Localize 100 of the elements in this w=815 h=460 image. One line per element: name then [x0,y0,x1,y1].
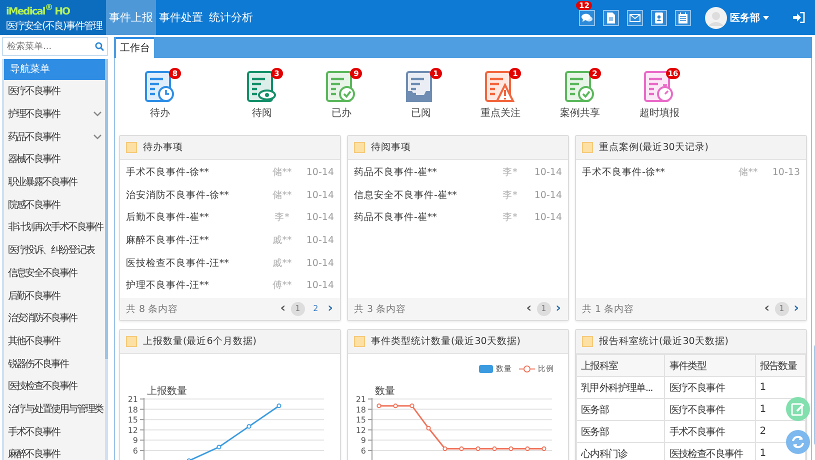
data-point [476,446,480,452]
data-point [542,446,546,452]
event-date: 10-14 [305,166,334,178]
event-title: 手术不良事件-徐** [582,166,666,179]
event-row[interactable]: 信息安全不良事件-崔** 李* 10-14 [348,184,568,206]
event-title: 治安消防不良事件-徐** [126,188,230,202]
column-header: 上报科室 [576,354,665,376]
table-cell: 心内科门诊 [576,442,665,460]
event-row[interactable]: 治安消防不良事件-徐** 储** 10-14 [120,184,340,206]
scrollbar[interactable] [105,59,108,359]
menu-item[interactable]: 职业暴露不良事件 [4,170,105,194]
event-row[interactable]: 医技检查不良事件-汪** 戚** 10-14 [120,252,340,274]
tab[interactable]: 工作台 [116,37,154,58]
app-subtitle: 医疗安全(不良)事件管理 [6,20,104,34]
data-point [525,446,530,452]
next-page-button[interactable]: › [792,303,800,315]
toolbar-button[interactable] [627,10,643,26]
event-title: 麻醉不良事件-汪** [126,234,210,247]
event-date: 10-14 [533,190,562,201]
event-row[interactable]: 药品不良事件-崔** 李* 10-14 [348,206,568,230]
next-page-button[interactable]: › [554,303,562,315]
panel-title: 重点案例(最近30天记录) [599,141,709,154]
mail-icon [629,12,641,24]
menu-item[interactable]: 治疗与处置使用与管理类 [4,398,105,420]
panel-title: 上报数量(最近6个月数据) [143,335,256,348]
data-point [492,446,497,452]
event-date: 10-14 [305,212,334,224]
y-tick-label: 15 [356,416,366,425]
event-row[interactable]: 麻醉不良事件-汪** 戚** 10-14 [120,229,340,252]
nav-tab[interactable]: 事件处置 [156,0,206,35]
menu-item[interactable]: 院感不良事件 [4,193,105,216]
menu-item[interactable]: 其他不良事件 [4,330,105,352]
menu-item[interactable]: 治安消防不良事件 [4,306,105,330]
toolbar-button[interactable] [603,10,619,26]
next-page-button[interactable]: › [326,303,334,315]
legend-line-icon [519,365,535,373]
menu-item[interactable]: 非计划再次手术不良事件 [4,216,105,239]
data-point [246,424,252,429]
event-date: 10-14 [533,166,562,178]
nav-tab[interactable]: 统计分析 [206,0,256,35]
logout-icon[interactable] [793,12,805,23]
edit-icon [791,402,805,416]
menu-item[interactable]: 麻醉不良事件 [4,443,105,460]
data-point [410,404,414,408]
previous-page-button[interactable]: ‹ [525,303,533,315]
event-title: 医技检查不良事件-汪** [126,256,230,270]
menu-item[interactable]: 后勤不良事件 [4,284,105,307]
caret-icon[interactable] [763,16,769,20]
menu-item[interactable]: 锐器伤不良事件 [4,352,105,375]
menu-item[interactable]: 医技检查不良事件 [4,374,105,398]
event-row[interactable]: 护理不良事件-汪** 傅** 10-14 [120,274,340,298]
menu-item[interactable]: 护理不良事件 [4,102,105,126]
toolbar-button[interactable] [675,10,691,26]
event-date: 10-14 [305,280,334,292]
page-button[interactable]: 2 [308,302,323,316]
event-title: 手术不良事件-徐** [126,166,210,179]
panel-title: 事件类型统计数量(最近30天数据) [371,335,521,348]
menu-item[interactable]: 医疗不良事件 [4,80,105,103]
legend-bar-icon [479,365,493,373]
panel-icon [126,142,137,153]
search-icon[interactable] [95,42,104,51]
previous-page-button[interactable]: ‹ [279,303,287,315]
menu-search-field[interactable]: 检索菜单... [2,37,108,56]
event-title: 药品不良事件-崔** [354,211,438,224]
event-row[interactable]: 后勤不良事件-崔** 李* 10-14 [120,206,340,230]
menu-item[interactable]: 药品不良事件 [4,125,105,148]
event-title: 药品不良事件-崔** [354,166,438,179]
y-tick-label: 6 [360,446,366,456]
panel-icon [354,142,365,153]
user-name[interactable]: 医务部 [730,10,760,24]
previous-page-button[interactable]: ‹ [763,303,771,315]
event-person: 储** [271,166,293,179]
y-axis [140,398,144,460]
menu-item[interactable]: 医疗投诉、纠纷登记表 [4,238,105,262]
y-tick-label: 12 [128,426,138,435]
data-point [216,444,222,450]
event-row[interactable]: 药品不良事件-崔** 李* 10-14 [348,161,568,184]
menu-item[interactable]: 信息安全不良事件 [4,262,105,284]
event-row[interactable]: 手术不良事件-徐** 储** 10-13 [576,161,806,184]
y-tick-label: 18 [356,405,366,414]
y-tick-label: 21 [128,395,138,404]
event-date: 10-14 [305,258,334,269]
y-tick-label: 9 [132,436,138,446]
event-person: 储** [737,166,759,179]
toolbar-button[interactable] [651,10,667,26]
toolbar-button[interactable] [579,10,595,26]
menu-item[interactable]: 器械不良事件 [4,148,105,171]
panel-icon [582,142,593,153]
event-row[interactable]: 手术不良事件-徐** 储** 10-14 [120,161,340,184]
event-title: 信息安全不良事件-崔** [354,188,458,202]
table-cell: 医疗不良事件 [664,398,756,420]
menu-item[interactable]: 手术不良事件 [4,420,105,443]
document-icon [605,12,617,24]
event-title: 护理不良事件-汪** [126,279,210,292]
panel-title: 待办事项 [143,141,183,154]
y-axis [368,398,372,460]
event-date: 10-14 [305,190,334,201]
calendar-icon [677,12,689,24]
event-person: 李* [502,188,518,202]
event-person: 李* [274,211,290,224]
